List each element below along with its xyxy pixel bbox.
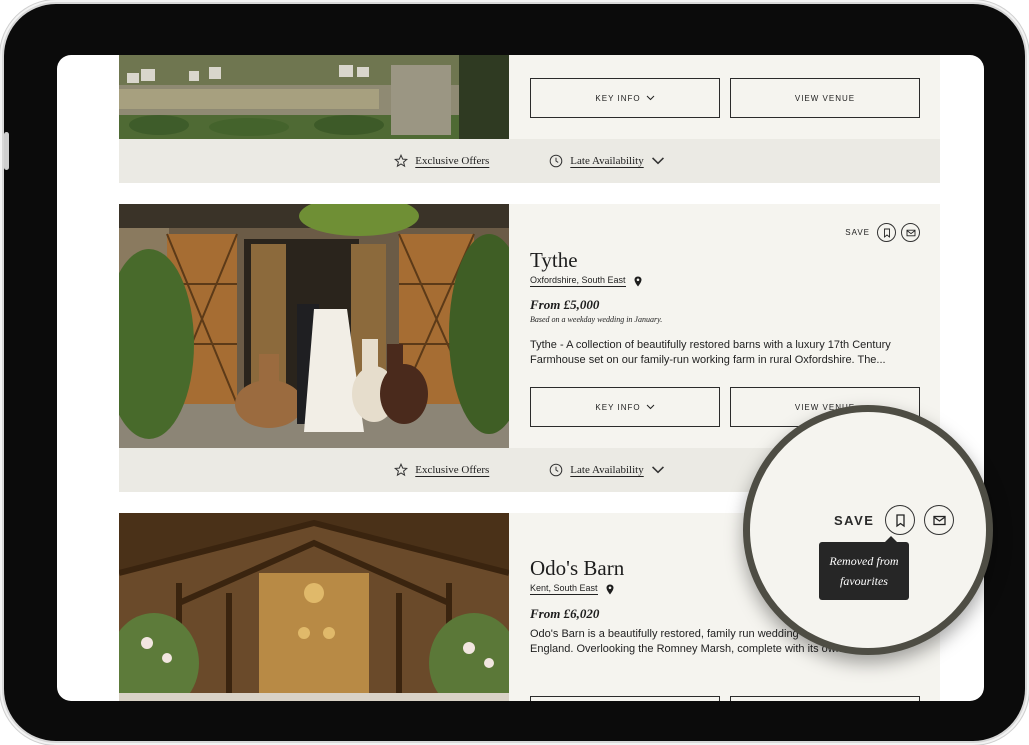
venue-location[interactable]: Oxfordshire, South East [530, 275, 642, 287]
venue-price: From £6,020 [530, 606, 600, 621]
bookmark-icon [896, 513, 905, 527]
venue-location[interactable]: Kent, South East [530, 583, 614, 595]
removed-from-favourites-tooltip: Removed from favourites [819, 536, 909, 600]
envelope-icon [933, 515, 946, 525]
late-availability-link[interactable]: Late Availability [549, 154, 664, 168]
venue-name[interactable]: Odo's Barn [530, 556, 624, 581]
key-info-button[interactable]: KEY INFO [530, 78, 720, 118]
chevron-down-icon [651, 466, 664, 474]
price-note: Based on a weekday wedding in January. [530, 315, 663, 324]
venue-photo-garden[interactable] [119, 55, 509, 139]
view-venue-button[interactable] [730, 696, 920, 701]
venue-card: KEY INFO VIEW VENUE Exclusive Offers Lat… [119, 55, 940, 183]
venue-price: From £5,000 [530, 297, 600, 312]
magnified-save-row: SAVE [834, 505, 955, 535]
envelope-icon [906, 229, 915, 236]
venue-description: Tythe - A collection of beautifully rest… [530, 339, 891, 366]
clock-icon [549, 154, 563, 168]
key-info-button[interactable]: KEY INFO [530, 387, 720, 427]
star-icon [394, 463, 409, 477]
bookmark-button[interactable] [885, 505, 916, 535]
bookmark-icon [883, 228, 890, 238]
chevron-down-icon [646, 95, 654, 101]
magnifier-callout: SAVE Removed from favourites [743, 405, 993, 655]
star-icon [394, 154, 409, 168]
exclusive-offers-link[interactable]: Exclusive Offers [394, 463, 489, 477]
map-pin-icon [634, 276, 642, 286]
late-availability-link[interactable]: Late Availability [549, 463, 664, 477]
chevron-down-icon [646, 404, 654, 410]
venue-photo-odos-barn[interactable] [119, 513, 509, 701]
email-button[interactable] [901, 223, 920, 242]
map-pin-icon [606, 584, 614, 594]
exclusive-offers-link[interactable]: Exclusive Offers [394, 154, 489, 168]
tablet-side-button [4, 132, 9, 170]
key-info-button[interactable] [530, 696, 720, 701]
venue-name[interactable]: Tythe [530, 248, 578, 273]
chevron-down-icon [651, 157, 664, 165]
venue-photo-tythe[interactable] [119, 204, 509, 448]
offers-bar: Exclusive Offers Late Availability [119, 139, 940, 183]
email-button[interactable] [924, 505, 955, 535]
bookmark-button[interactable] [877, 223, 896, 242]
clock-icon [549, 463, 563, 477]
view-venue-button[interactable]: VIEW VENUE [730, 78, 920, 118]
save-row: SAVE [845, 223, 920, 242]
